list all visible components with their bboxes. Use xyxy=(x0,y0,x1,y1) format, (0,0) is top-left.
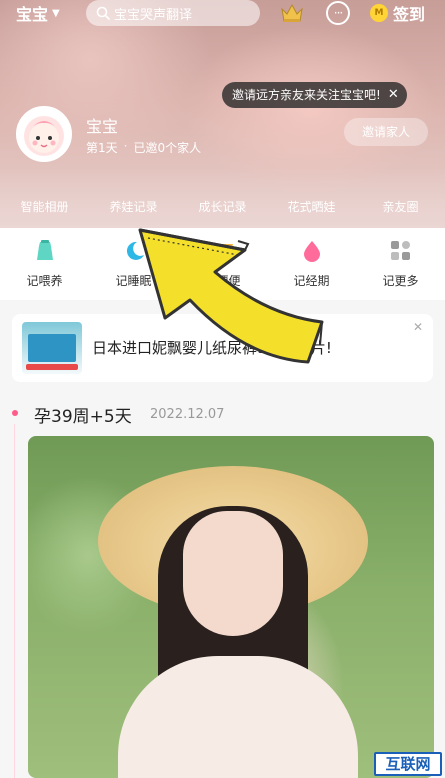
top-bar: 宝宝 ▼ 宝宝哭声翻译 ··· M 签到 xyxy=(0,0,445,28)
close-icon[interactable]: ✕ xyxy=(413,320,423,334)
moon-icon xyxy=(126,241,144,260)
diaper-pack-image xyxy=(28,334,76,362)
diaper-icon xyxy=(212,244,233,258)
separator: · xyxy=(123,139,128,153)
search-placeholder: 宝宝哭声翻译 xyxy=(114,7,193,23)
more-icon[interactable]: ··· xyxy=(326,1,350,25)
quick-feeding[interactable]: 记喂养 xyxy=(0,228,89,300)
family-count: 已邀0个家人 xyxy=(133,141,202,155)
photo-face xyxy=(183,511,283,636)
baby-name: 宝宝 xyxy=(86,117,119,136)
caret-down-icon: ▼ xyxy=(52,7,60,19)
profile-name: 宝宝 xyxy=(16,5,49,24)
quick-actions: 记喂养 记睡眠 记便便 记经期 记更多 xyxy=(0,228,445,300)
timeline-title: 孕39周+5天 xyxy=(34,407,132,427)
quick-diaper-label: 记便便 xyxy=(204,274,241,288)
timeline-dot xyxy=(12,410,18,416)
quick-more[interactable]: 记更多 xyxy=(356,228,445,300)
avatar[interactable] xyxy=(16,106,72,162)
crown-icon[interactable] xyxy=(280,2,304,24)
tab-growth-record[interactable]: 成长记录 xyxy=(178,194,267,220)
checkin-label: 签到 xyxy=(393,5,426,24)
drop-icon xyxy=(303,241,320,262)
timeline-line xyxy=(14,424,15,778)
baby-avatar-icon xyxy=(24,116,64,156)
timeline-photo[interactable] xyxy=(28,436,434,778)
photo-body xyxy=(118,656,358,778)
quick-period-label: 记经期 xyxy=(293,274,330,288)
tab-smart-album[interactable]: 智能相册 xyxy=(0,194,89,220)
invite-tooltip[interactable]: 邀请远方亲友来关注宝宝吧! ✕ xyxy=(222,82,407,108)
bottle-icon xyxy=(36,240,53,260)
baby-day: 第1天 xyxy=(86,141,118,155)
quick-diaper[interactable]: 记便便 xyxy=(178,228,267,300)
quick-sleep-label: 记睡眠 xyxy=(115,274,152,288)
ad-product-image xyxy=(22,322,82,374)
tab-family-circle[interactable]: 亲友圈 xyxy=(356,194,445,220)
timeline-date: 2022.12.07 xyxy=(150,407,225,422)
search-bar[interactable]: 宝宝哭声翻译 xyxy=(86,0,260,26)
quick-sleep[interactable]: 记睡眠 xyxy=(89,228,178,300)
price-strip xyxy=(26,364,78,370)
baby-info: 第1天 · 已邀0个家人 xyxy=(86,139,201,156)
profile-switcher[interactable]: 宝宝 ▼ xyxy=(16,0,60,26)
invite-family-button[interactable]: 邀请家人 xyxy=(344,118,428,146)
record-tabs: 智能相册 养娃记录 成长记录 花式晒娃 亲友圈 xyxy=(0,194,445,220)
checkin-button[interactable]: M 签到 xyxy=(370,0,425,26)
ad-card[interactable]: 日本进口妮飘婴儿纸尿裤9.9元一片! ✕ xyxy=(12,314,433,382)
close-icon[interactable]: ✕ xyxy=(388,82,399,108)
tab-show-baby[interactable]: 花式晒娃 xyxy=(267,194,356,220)
quick-feeding-label: 记喂养 xyxy=(26,274,63,288)
search-icon xyxy=(96,6,110,20)
grid-icon xyxy=(390,241,410,260)
ad-text: 日本进口妮飘婴儿纸尿裤9.9元一片! xyxy=(92,339,332,357)
quick-more-label: 记更多 xyxy=(382,274,419,288)
tab-parenting-record[interactable]: 养娃记录 xyxy=(89,194,178,220)
quick-period[interactable]: 记经期 xyxy=(267,228,356,300)
watermark-logo: 互联网 xyxy=(374,752,442,776)
coin-icon: M xyxy=(370,4,388,22)
invite-tooltip-text: 邀请远方亲友来关注宝宝吧! xyxy=(232,88,381,102)
